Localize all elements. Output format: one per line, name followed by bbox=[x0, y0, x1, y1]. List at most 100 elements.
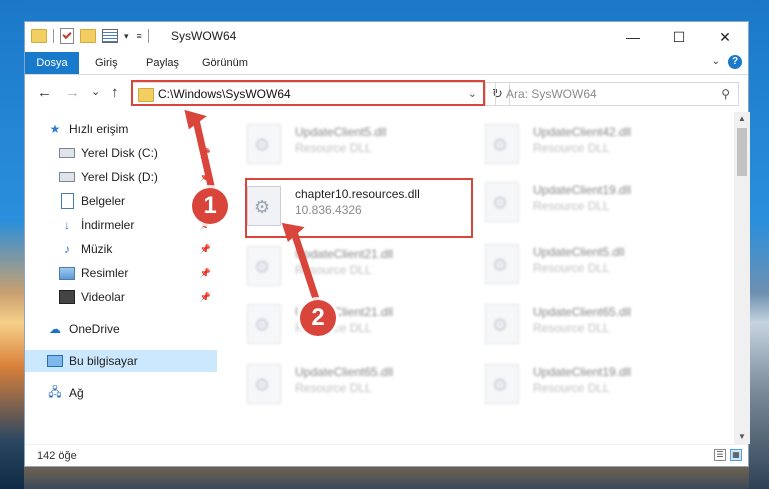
address-path[interactable]: C:\Windows\SysWOW64 bbox=[158, 87, 291, 101]
customize-toolbar-chevron-icon[interactable]: ▾ bbox=[124, 31, 129, 42]
scroll-down-icon[interactable]: ▼ bbox=[734, 430, 750, 444]
dll-file-icon bbox=[485, 182, 519, 222]
forward-arrow-icon[interactable]: → bbox=[65, 84, 80, 101]
pin-icon: 📌 bbox=[199, 267, 211, 278]
sidebar-item-disk-c[interactable]: Yerel Disk (C:) 📌 bbox=[59, 142, 217, 164]
file-description: Resource DLL bbox=[533, 199, 610, 213]
search-placeholder[interactable]: Ara: SysWOW64 bbox=[506, 87, 597, 101]
dll-file-icon bbox=[247, 364, 281, 404]
ribbon-tabs: Dosya Giriş Paylaş Görünüm ⌄ ? bbox=[25, 52, 748, 75]
toolbar-separator bbox=[53, 29, 54, 43]
list-item[interactable]: UpdateClient19.dll Resource DLL bbox=[485, 360, 705, 410]
music-icon: ♪ bbox=[64, 242, 70, 256]
scroll-thumb[interactable] bbox=[737, 128, 747, 176]
list-item[interactable]: UpdateClient65.dll Resource DLL bbox=[247, 360, 467, 410]
tab-view[interactable]: Görünüm bbox=[202, 52, 248, 74]
list-item-highlighted[interactable]: chapter10.resources.dll 10.836.4326 bbox=[247, 182, 467, 232]
dll-file-icon bbox=[485, 124, 519, 164]
up-arrow-icon[interactable]: ↑ bbox=[111, 84, 119, 101]
tiles-view-icon[interactable]: ▦ bbox=[730, 449, 742, 461]
sidebar-item-network[interactable]: 🖧 Ağ bbox=[47, 382, 217, 404]
list-item[interactable]: UpdateClient5.dll Resource DLL bbox=[247, 120, 467, 170]
network-icon: 🖧 bbox=[48, 384, 62, 399]
list-item[interactable]: UpdateClient65.dll Resource DLL bbox=[485, 300, 705, 350]
sidebar-item-quick-access[interactable]: ★ Hızlı erişim bbox=[47, 118, 217, 140]
sidebar-item-label: Ağ bbox=[69, 386, 84, 400]
sidebar-item-videos[interactable]: Videolar 📌 bbox=[59, 286, 217, 308]
file-name: chapter10.resources.dll bbox=[295, 187, 420, 201]
recent-locations-chevron-icon[interactable]: ⌄ bbox=[91, 85, 100, 98]
pin-icon: 📌 bbox=[199, 243, 211, 254]
search-icon[interactable]: ⚲ bbox=[721, 87, 730, 101]
step-marker-1: 1 bbox=[192, 188, 228, 224]
file-name: UpdateClient5.dll bbox=[533, 245, 625, 259]
tab-home[interactable]: Giriş bbox=[95, 52, 118, 74]
dll-file-icon bbox=[247, 246, 281, 286]
window-title: SysWOW64 bbox=[171, 29, 237, 43]
sidebar-item-label: Yerel Disk (C:) bbox=[81, 146, 158, 160]
documents-icon bbox=[59, 193, 75, 209]
toolbar-menu-icon[interactable]: ≡ bbox=[137, 31, 142, 41]
address-bar[interactable]: C:\Windows\SysWOW64 ⌄ bbox=[132, 82, 486, 106]
file-description: Resource DLL bbox=[533, 321, 610, 335]
videos-icon bbox=[59, 289, 75, 305]
dll-file-icon bbox=[247, 124, 281, 164]
scroll-up-icon[interactable]: ▲ bbox=[734, 112, 750, 126]
sidebar-item-disk-d[interactable]: Yerel Disk (D:) 📌 bbox=[59, 166, 217, 188]
sidebar-item-this-pc[interactable]: Bu bilgisayar bbox=[25, 350, 217, 372]
list-item[interactable]: UpdateClient5.dll Resource DLL bbox=[485, 240, 705, 290]
address-dropdown-chevron-icon[interactable]: ⌄ bbox=[468, 87, 477, 100]
navigation-pane: ★ Hızlı erişim Yerel Disk (C:) 📌 Yerel D… bbox=[25, 112, 217, 444]
quick-access-toolbar: ▾ ≡ bbox=[31, 28, 149, 44]
cloud-icon: ☁ bbox=[49, 322, 61, 336]
ribbon-expand-chevron-icon[interactable]: ⌄ bbox=[712, 56, 720, 67]
file-description: Resource DLL bbox=[533, 141, 610, 155]
close-button[interactable]: ✕ bbox=[702, 22, 748, 52]
file-name: UpdateClient65.dll bbox=[295, 365, 394, 379]
search-box[interactable]: Ara: SysWOW64 ⚲ bbox=[495, 82, 739, 106]
desktop-wallpaper-right bbox=[749, 0, 769, 489]
file-version: 10.836.4326 bbox=[295, 203, 362, 217]
sidebar-item-label: İndirmeler bbox=[81, 218, 135, 232]
maximize-button[interactable]: ☐ bbox=[656, 22, 702, 52]
file-name: UpdateClient42.dll bbox=[533, 125, 632, 139]
sidebar-item-label: Resimler bbox=[81, 266, 129, 280]
step-marker-2: 2 bbox=[300, 300, 336, 336]
new-folder-icon[interactable] bbox=[80, 29, 96, 43]
list-item[interactable]: UpdateClient21.dll Resource DLL bbox=[247, 242, 467, 292]
sidebar-item-pictures[interactable]: Resimler 📌 bbox=[59, 262, 217, 284]
list-item[interactable]: UpdateClient42.dll Resource DLL bbox=[485, 120, 705, 170]
vertical-scrollbar[interactable]: ▲ ▼ bbox=[734, 112, 750, 444]
file-name: UpdateClient19.dll bbox=[533, 365, 632, 379]
help-icon[interactable]: ? bbox=[728, 55, 742, 69]
file-name: UpdateClient5.dll bbox=[295, 125, 387, 139]
list-item[interactable]: UpdateClient21.dll Resource DLL bbox=[247, 300, 467, 350]
list-item[interactable]: UpdateClient19.dll Resource DLL bbox=[485, 178, 705, 228]
properties-check-icon[interactable] bbox=[60, 28, 74, 44]
file-description: Resource DLL bbox=[295, 141, 372, 155]
status-bar: 142 öğe ☰ ▦ bbox=[25, 444, 748, 467]
minimize-button[interactable]: — bbox=[610, 22, 656, 52]
dll-file-icon bbox=[485, 244, 519, 284]
tab-file[interactable]: Dosya bbox=[25, 52, 79, 74]
sidebar-item-onedrive[interactable]: ☁ OneDrive bbox=[47, 318, 217, 340]
sidebar-item-label: Müzik bbox=[81, 242, 113, 256]
star-icon: ★ bbox=[49, 122, 61, 136]
file-description: Resource DLL bbox=[295, 381, 372, 395]
item-count: 142 öğe bbox=[37, 450, 77, 462]
properties-icon[interactable] bbox=[102, 29, 118, 43]
back-arrow-icon[interactable]: ← bbox=[37, 84, 52, 101]
computer-icon bbox=[47, 353, 63, 369]
tab-share[interactable]: Paylaş bbox=[146, 52, 179, 74]
drive-icon bbox=[59, 145, 75, 161]
dll-file-icon bbox=[485, 364, 519, 404]
downloads-icon: ↓ bbox=[64, 218, 70, 232]
sidebar-item-label: Hızlı erişim bbox=[69, 122, 129, 136]
sidebar-item-label: OneDrive bbox=[69, 322, 120, 336]
file-name: UpdateClient65.dll bbox=[533, 305, 632, 319]
explorer-window: ▾ ≡ SysWOW64 — ☐ ✕ Dosya Giriş Paylaş Gö… bbox=[24, 21, 750, 467]
details-view-icon[interactable]: ☰ bbox=[714, 449, 726, 461]
sidebar-item-music[interactable]: ♪ Müzik 📌 bbox=[59, 238, 217, 260]
pin-icon: 📌 bbox=[199, 147, 211, 158]
sidebar-item-downloads[interactable]: ↓ İndirmeler 📌 bbox=[59, 214, 217, 236]
